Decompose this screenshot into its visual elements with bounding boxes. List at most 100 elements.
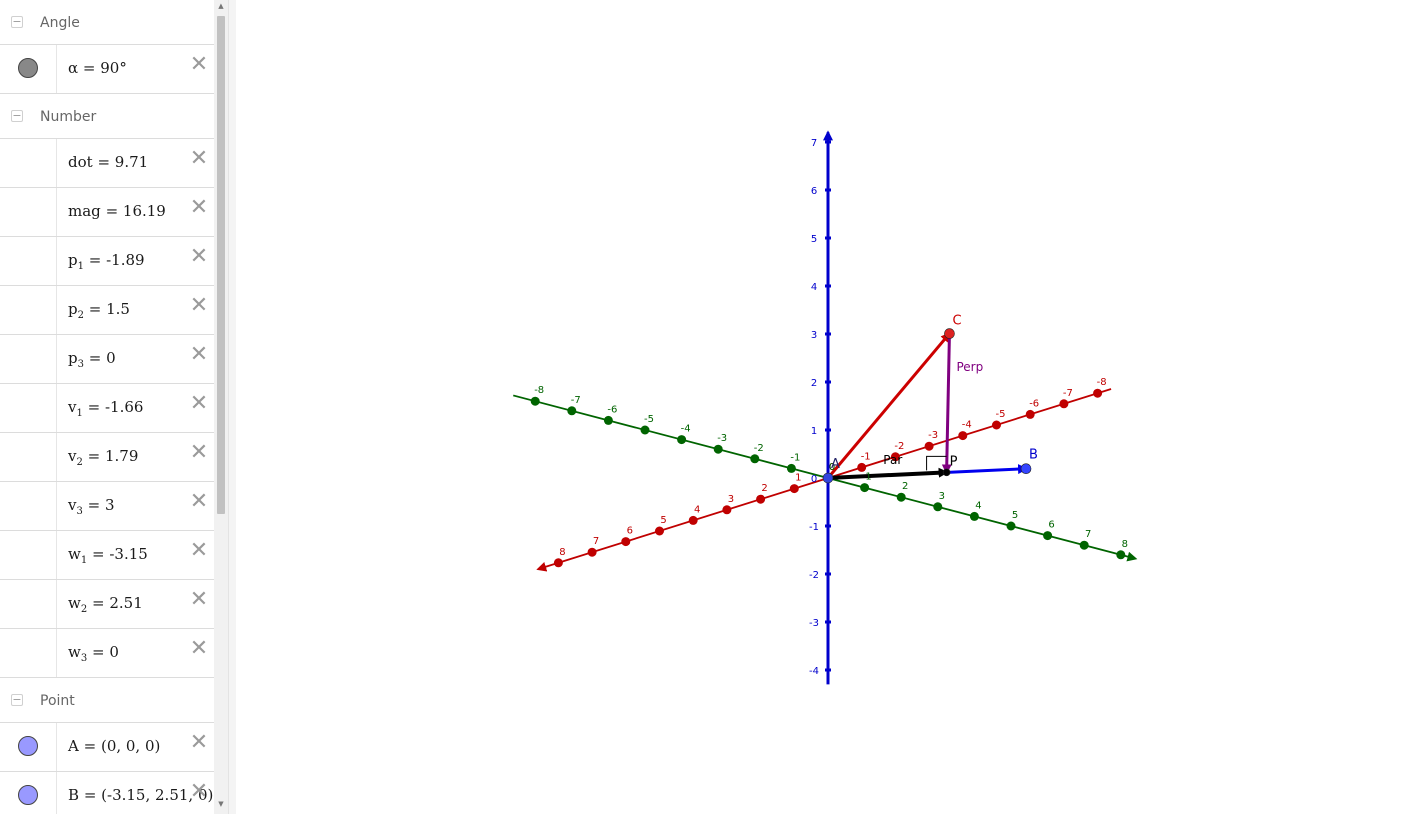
axis-tick-x (1025, 409, 1035, 419)
algebra-item[interactable]: α = 90° ✕ (0, 45, 214, 94)
algebra-item[interactable]: v3 = 3 ✕ (0, 482, 214, 531)
delete-close-icon[interactable]: ✕ (188, 295, 210, 317)
axis-tick-label-y: 8 (1122, 539, 1128, 550)
graphics-3d-canvas[interactable]: -8-7-6-5-4-3-2-1012345678-8-7-6-5-4-3-2-… (236, 0, 1422, 814)
algebra-item[interactable]: p1 = -1.89 ✕ (0, 237, 214, 286)
algebra-item[interactable]: dot = 9.71 ✕ (0, 139, 214, 188)
axis-tick-label-z: -3 (809, 618, 819, 629)
label-b: B (1029, 448, 1038, 463)
object-value: = 0 (92, 643, 119, 661)
visibility-toggle[interactable] (0, 629, 57, 677)
visibility-toggle[interactable] (0, 772, 57, 814)
algebra-expression[interactable]: p1 = -1.89 (68, 251, 145, 272)
object-name: B (68, 786, 80, 804)
visibility-dot-icon[interactable] (18, 58, 38, 78)
delete-close-icon[interactable]: ✕ (188, 540, 210, 562)
axis-tick-label-y: -3 (717, 433, 727, 444)
subscript: 1 (80, 555, 88, 566)
visibility-dot-icon[interactable] (18, 785, 38, 805)
algebra-item[interactable]: v1 = -1.66 ✕ (0, 384, 214, 433)
group-label: Number (40, 109, 97, 125)
algebra-expression[interactable]: v3 = 3 (68, 496, 115, 517)
visibility-toggle[interactable] (0, 580, 57, 628)
axis-tick-label-z: -4 (809, 666, 819, 677)
algebra-item[interactable]: B = (-3.15, 2.51, 0) ✕ (0, 772, 214, 814)
visibility-toggle[interactable] (0, 482, 57, 530)
axis-tick-label-y: -5 (644, 414, 654, 425)
visibility-toggle[interactable] (0, 139, 57, 187)
algebra-item[interactable]: p3 = 0 ✕ (0, 335, 214, 384)
graphics-3d-view[interactable]: -8 -7 -6 -5 -4 -3 -2 -1 0 1 2 3 4 5 6 7 8 -8 -7 -6 -5 -4 -3 -2-… (236, 0, 1422, 814)
collapse-icon[interactable]: − (11, 694, 23, 706)
algebra-item[interactable]: A = (0, 0, 0) ✕ (0, 723, 214, 772)
visibility-toggle[interactable] (0, 45, 57, 93)
axis-tick-label-y: -1 (790, 452, 800, 463)
algebra-item[interactable]: w1 = -3.15 ✕ (0, 531, 214, 580)
delete-close-icon[interactable]: ✕ (188, 491, 210, 513)
delete-close-icon[interactable]: ✕ (188, 246, 210, 268)
algebra-item[interactable]: p2 = 1.5 ✕ (0, 286, 214, 335)
delete-close-icon[interactable]: ✕ (188, 442, 210, 464)
algebra-scrollbar[interactable]: ▲ ▼ (214, 0, 228, 814)
delete-close-icon[interactable]: ✕ (188, 393, 210, 415)
algebra-expression[interactable]: A = (0, 0, 0) (68, 737, 160, 755)
axis-tick-y (860, 483, 870, 493)
visibility-toggle[interactable] (0, 286, 57, 334)
algebra-expression[interactable]: α = 90° (68, 59, 127, 77)
delete-close-icon[interactable]: ✕ (188, 54, 210, 76)
visibility-toggle[interactable] (0, 723, 57, 771)
object-name: p (68, 349, 78, 367)
axis-tick-x (857, 462, 867, 472)
delete-close-icon[interactable]: ✕ (188, 197, 210, 219)
subscript: 2 (76, 457, 83, 468)
scroll-down-arrow-icon[interactable]: ▼ (214, 798, 228, 810)
algebra-item[interactable]: w2 = 2.51 ✕ (0, 580, 214, 629)
visibility-toggle[interactable] (0, 237, 57, 285)
object-name: p (68, 251, 78, 269)
visibility-toggle[interactable] (0, 384, 57, 432)
visibility-toggle[interactable] (0, 188, 57, 236)
algebra-expression[interactable]: v2 = 1.79 (68, 447, 138, 468)
collapse-icon[interactable]: − (11, 110, 23, 122)
axis-tick-x (722, 505, 732, 515)
delete-close-icon[interactable]: ✕ (188, 148, 210, 170)
visibility-toggle[interactable] (0, 433, 57, 481)
group-header-point[interactable]: − Point (0, 678, 214, 723)
algebra-expression[interactable]: dot = 9.71 (68, 153, 148, 171)
scroll-thumb[interactable] (217, 16, 225, 514)
algebra-item[interactable]: mag = 16.19 ✕ (0, 188, 214, 237)
algebra-item[interactable]: v2 = 1.79 ✕ (0, 433, 214, 482)
axis-tick-x (924, 441, 934, 451)
algebra-item[interactable]: w3 = 0 ✕ (0, 629, 214, 678)
delete-close-icon[interactable]: ✕ (188, 589, 210, 611)
algebra-expression[interactable]: w2 = 2.51 (68, 594, 143, 615)
axis-tick-label-x: 8 (559, 547, 565, 558)
axis-tick-label-z: -2 (809, 570, 819, 581)
axis-tick-y (896, 492, 906, 502)
delete-close-icon[interactable]: ✕ (188, 781, 210, 803)
algebra-expression[interactable]: w3 = 0 (68, 643, 119, 664)
axis-tick-label-x: -4 (962, 420, 972, 431)
axis-tick-y (603, 415, 613, 425)
algebra-expression[interactable]: w1 = -3.15 (68, 545, 148, 566)
object-value: = -1.89 (88, 251, 145, 269)
axis-tick-y (1079, 540, 1089, 550)
delete-close-icon[interactable]: ✕ (188, 344, 210, 366)
group-header-angle[interactable]: − Angle (0, 0, 214, 45)
axis-tick-label-z: 3 (811, 330, 817, 341)
delete-close-icon[interactable]: ✕ (188, 732, 210, 754)
algebra-expression[interactable]: p2 = 1.5 (68, 300, 130, 321)
view-splitter[interactable] (228, 0, 236, 814)
algebra-expression[interactable]: mag = 16.19 (68, 202, 166, 220)
collapse-icon[interactable]: − (11, 16, 23, 28)
scroll-up-arrow-icon[interactable]: ▲ (214, 0, 228, 12)
axis-tick-label-y: -4 (681, 424, 691, 435)
delete-close-icon[interactable]: ✕ (188, 638, 210, 660)
group-header-number[interactable]: − Number (0, 94, 214, 139)
algebra-expression[interactable]: p3 = 0 (68, 349, 116, 370)
visibility-dot-icon[interactable] (18, 736, 38, 756)
axis-tick-label-x: -6 (1029, 398, 1039, 409)
algebra-expression[interactable]: v1 = -1.66 (68, 398, 143, 419)
visibility-toggle[interactable] (0, 531, 57, 579)
visibility-toggle[interactable] (0, 335, 57, 383)
